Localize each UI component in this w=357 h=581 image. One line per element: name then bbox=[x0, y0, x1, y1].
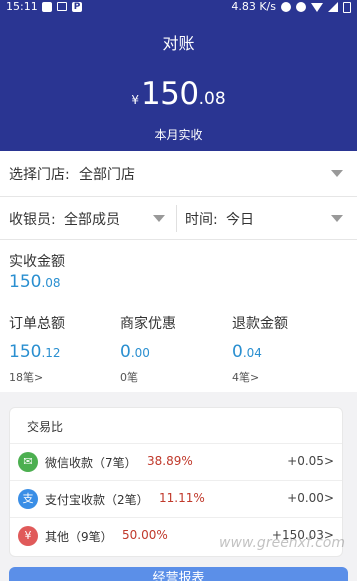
signal-icon bbox=[328, 2, 338, 12]
status-time: 15:11 bbox=[6, 0, 38, 13]
alarm-off-icon bbox=[296, 2, 306, 12]
payment-amount: +0.00> bbox=[287, 491, 334, 505]
store-label: 选择门店: bbox=[9, 167, 70, 183]
received-value: 150.08 bbox=[9, 272, 61, 292]
refund-int: 0 bbox=[232, 342, 243, 362]
discount-label: 商家优惠 bbox=[120, 316, 176, 332]
store-value: 全部门店 bbox=[79, 167, 135, 183]
discount-count: 0笔 bbox=[120, 371, 138, 384]
notification-icon bbox=[42, 2, 52, 12]
yen-icon: ¥ bbox=[18, 526, 38, 546]
status-bar: 15:11 P 4.83 K/s bbox=[0, 0, 357, 14]
status-right: 4.83 K/s bbox=[231, 0, 351, 14]
amount-caption: 本月实收 bbox=[154, 128, 203, 142]
refund-value: 0.04 bbox=[232, 342, 262, 362]
payment-name: 其他（9笔） bbox=[45, 530, 113, 544]
watermark: www.greenxf.com bbox=[219, 535, 345, 551]
orders-int: 150 bbox=[9, 342, 42, 362]
orders-dec: .12 bbox=[41, 346, 61, 360]
image-icon bbox=[57, 2, 67, 11]
parking-icon: P bbox=[72, 2, 82, 12]
chevron-down-icon[interactable] bbox=[331, 170, 343, 177]
store-filter[interactable]: 选择门店: 全部门店 bbox=[0, 151, 357, 197]
amount-decimal: .08 bbox=[198, 89, 226, 109]
payment-percent: 11.11% bbox=[159, 491, 205, 505]
refund-dec: .04 bbox=[242, 346, 262, 360]
discount-int: 0 bbox=[120, 342, 131, 362]
received-dec: .08 bbox=[41, 276, 61, 290]
status-left-icons: P bbox=[42, 2, 82, 12]
currency-symbol: ¥ bbox=[131, 93, 139, 107]
payment-name: 微信收款（7笔） bbox=[45, 456, 137, 470]
received-int: 150 bbox=[9, 272, 42, 292]
amount-integer: 150 bbox=[140, 76, 199, 112]
discount-dec: .00 bbox=[130, 346, 150, 360]
payment-percent: 38.89% bbox=[147, 454, 193, 468]
battery-icon bbox=[343, 1, 351, 13]
time-label: 时间: bbox=[185, 212, 218, 228]
payment-percent: 50.00% bbox=[122, 528, 168, 542]
header: 15:11 P 4.83 K/s 对账 ¥150.08 本月实收 bbox=[0, 0, 357, 151]
cashier-filter[interactable]: 收银员: 全部成员 bbox=[0, 197, 176, 240]
totals-section: 实收金额 150.08 订单总额 150.12 18笔> 商家优惠 0.00 0… bbox=[0, 240, 357, 392]
cashier-label: 收银员: bbox=[9, 212, 56, 228]
ratio-row-alipay[interactable]: 支 支付宝收款（2笔） 11.11% +0.00> bbox=[10, 480, 342, 516]
payment-amount: +0.05> bbox=[287, 454, 334, 468]
received-label: 实收金额 bbox=[9, 254, 65, 270]
time-value: 今日 bbox=[226, 212, 254, 228]
chevron-down-icon[interactable] bbox=[153, 215, 165, 222]
reconciliation-screen: 15:11 P 4.83 K/s 对账 ¥150.08 本月实收 选择门店: 全… bbox=[0, 0, 357, 581]
cashier-value: 全部成员 bbox=[64, 212, 120, 228]
orders-label: 订单总额 bbox=[9, 316, 65, 332]
chevron-down-icon[interactable] bbox=[331, 215, 343, 222]
wechat-icon: ✉ bbox=[18, 452, 38, 472]
refund-label: 退款金额 bbox=[232, 316, 288, 332]
orders-count-link[interactable]: 18笔> bbox=[9, 369, 43, 385]
cashier-time-filter: 收银员: 全部成员 时间: 今日 bbox=[0, 197, 357, 240]
discount-value: 0.00 bbox=[120, 342, 150, 362]
ratio-row-wechat[interactable]: ✉ 微信收款（7笔） 38.89% +0.05> bbox=[10, 443, 342, 479]
wifi-icon bbox=[311, 2, 323, 12]
payment-name: 支付宝收款（2笔） bbox=[45, 493, 149, 507]
refund-count-link[interactable]: 4笔> bbox=[232, 369, 259, 385]
monthly-amount: ¥150.08 bbox=[0, 76, 357, 112]
mute-icon bbox=[281, 2, 291, 12]
alipay-icon: 支 bbox=[18, 489, 38, 509]
time-filter[interactable]: 时间: 今日 bbox=[177, 197, 357, 240]
network-speed: 4.83 K/s bbox=[231, 0, 276, 13]
card-title: 交易比 bbox=[27, 420, 64, 434]
business-report-button[interactable]: 经营报表 bbox=[9, 567, 348, 581]
orders-value: 150.12 bbox=[9, 342, 61, 362]
page-title: 对账 bbox=[162, 34, 195, 53]
